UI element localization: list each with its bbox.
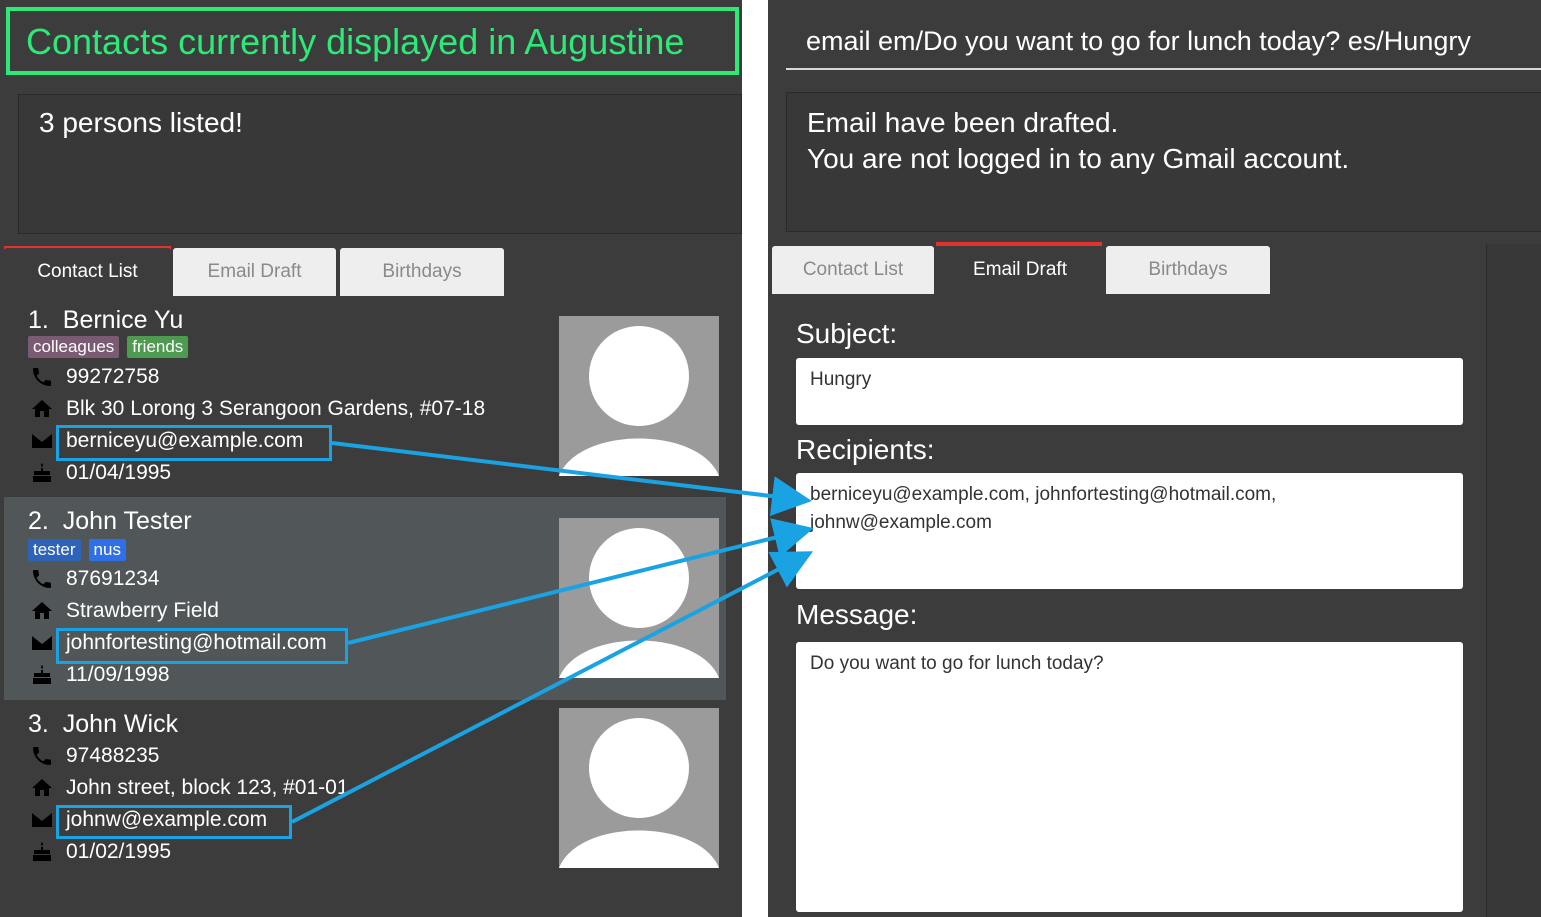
home-icon — [28, 774, 56, 802]
tag: colleagues — [28, 336, 120, 358]
address-field: John street, block 123, #01-01 — [28, 773, 349, 803]
tab-birthdays[interactable]: Birthdays — [340, 248, 504, 296]
tab-contact-list[interactable]: Contact List — [772, 246, 934, 294]
right-side-gutter — [1486, 244, 1541, 917]
contact-name-text: John Wick — [62, 710, 179, 738]
contact-index: 2. — [28, 507, 49, 535]
subject-label: Subject: — [796, 318, 898, 349]
phone-icon — [28, 565, 56, 593]
command-input[interactable]: email em/Do you want to go for lunch tod… — [786, 8, 1541, 70]
contact-list[interactable]: 1. Bernice Yu colleagues friends 9927275… — [4, 296, 726, 876]
email-icon — [28, 629, 56, 657]
birthday-field: 11/09/1998 — [28, 660, 170, 690]
recipients-field[interactable]: berniceyu@example.com, johnfortesting@ho… — [796, 473, 1463, 589]
birthday-text: 01/04/1995 — [66, 461, 172, 484]
email-highlight-box — [56, 805, 292, 839]
email-draft-panel: Subject: Hungry Recipients: berniceyu@ex… — [772, 294, 1488, 917]
cake-icon — [28, 661, 56, 689]
message-label: Message: — [796, 599, 918, 630]
avatar-placeholder-icon — [559, 316, 719, 476]
result-line: Email have been drafted. — [807, 107, 1119, 138]
tag: nus — [88, 539, 126, 561]
birthday-field: 01/04/1995 — [28, 458, 171, 488]
address-text: Strawberry Field — [66, 599, 219, 622]
birthday-field: 01/02/1995 — [28, 837, 171, 867]
augustine-window-right: email em/Do you want to go for lunch tod… — [768, 0, 1541, 917]
augustine-window-left: Contacts currently displayed in Augustin… — [0, 0, 742, 917]
address-field: Blk 30 Lorong 3 Serangoon Gardens, #07-1… — [28, 394, 485, 424]
recipients-line: berniceyu@example.com, johnfortesting@ho… — [810, 484, 1277, 505]
result-text: 3 persons listed! — [39, 107, 243, 138]
tab-bar: Contact List Email Draft Birthdays — [4, 248, 734, 298]
list-item[interactable]: 2. John Tester tester nus 87691234 Straw… — [4, 497, 726, 700]
birthday-text: 11/09/1998 — [66, 663, 170, 686]
email-highlight-box — [56, 628, 348, 664]
address-field: Strawberry Field — [28, 596, 219, 626]
recipients-line: johnw@example.com — [810, 512, 992, 533]
phone-field: 97488235 — [28, 741, 159, 771]
tab-contact-list[interactable]: Contact List — [4, 248, 171, 296]
result-line: You are not logged in to any Gmail accou… — [807, 143, 1350, 174]
email-icon — [28, 806, 56, 834]
phone-field: 99272758 — [28, 362, 159, 392]
list-item[interactable]: 1. Bernice Yu colleagues friends 9927275… — [4, 296, 726, 497]
tab-email-draft[interactable]: Email Draft — [936, 246, 1104, 294]
avatar-placeholder-icon — [559, 708, 719, 868]
contact-name-text: John Tester — [62, 507, 192, 535]
contact-index: 1. — [28, 306, 49, 334]
tab-bar: Contact List Email Draft Birthdays — [772, 246, 1272, 296]
phone-text: 87691234 — [66, 567, 160, 590]
birthday-text: 01/02/1995 — [66, 840, 172, 863]
tab-email-draft[interactable]: Email Draft — [173, 248, 336, 296]
address-text: John street, block 123, #01-01 — [66, 776, 349, 799]
contact-name: 2. John Tester — [28, 507, 192, 536]
contact-name-text: Bernice Yu — [62, 306, 184, 334]
phone-icon — [28, 742, 56, 770]
contact-index: 3. — [28, 710, 49, 738]
phone-field: 87691234 — [28, 564, 159, 594]
recipients-label: Recipients: — [796, 434, 935, 465]
contact-name: 3. John Wick — [28, 710, 178, 739]
tag-list: colleagues friends — [28, 336, 189, 358]
address-text: Blk 30 Lorong 3 Serangoon Gardens, #07-1… — [66, 397, 486, 420]
caption-label: Contacts currently displayed in Augustin… — [6, 7, 739, 75]
tag: friends — [127, 336, 189, 358]
tag: tester — [28, 539, 81, 561]
tab-birthdays[interactable]: Birthdays — [1106, 246, 1270, 294]
message-field[interactable]: Do you want to go for lunch today? — [796, 642, 1463, 912]
result-display: Email have been drafted. You are not log… — [786, 92, 1541, 232]
result-display: 3 persons listed! — [18, 94, 742, 234]
home-icon — [28, 395, 56, 423]
email-icon — [28, 427, 56, 455]
cake-icon — [28, 459, 56, 487]
subject-field[interactable]: Hungry — [796, 358, 1463, 425]
avatar-placeholder-icon — [559, 518, 719, 678]
list-item[interactable]: 3. John Wick 97488235 John street, block… — [4, 700, 726, 876]
email-highlight-box — [56, 425, 332, 461]
cake-icon — [28, 838, 56, 866]
phone-text: 97488235 — [66, 744, 160, 767]
contact-name: 1. Bernice Yu — [28, 306, 183, 335]
phone-text: 99272758 — [66, 365, 160, 388]
tag-list: tester nus — [28, 539, 126, 561]
home-icon — [28, 597, 56, 625]
phone-icon — [28, 363, 56, 391]
